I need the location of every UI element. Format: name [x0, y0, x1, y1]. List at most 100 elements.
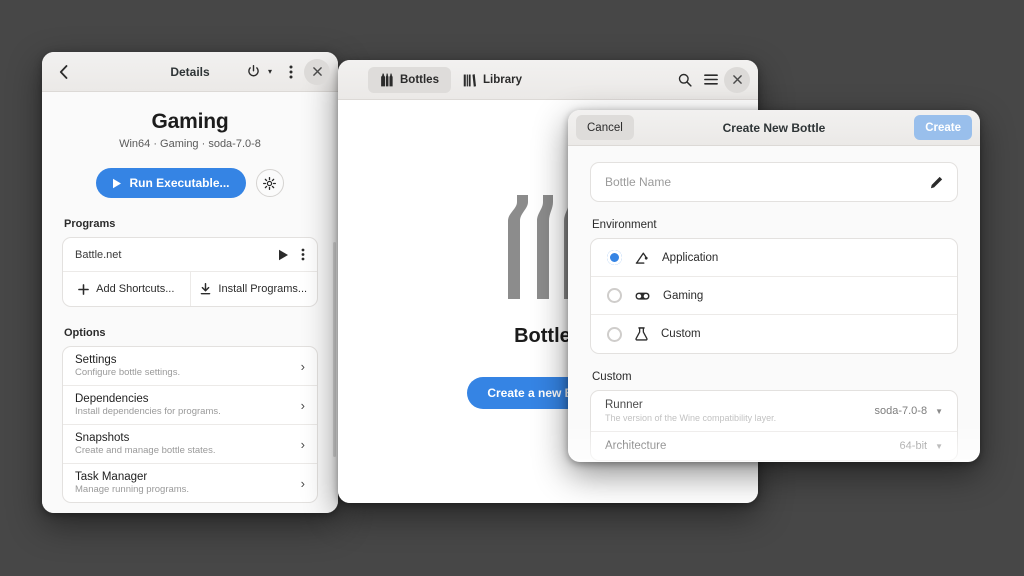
play-icon: [278, 249, 289, 261]
chevron-right-icon: ›: [301, 476, 305, 491]
download-icon: [200, 283, 211, 295]
architecture-value: 64-bit: [900, 440, 928, 452]
chevron-right-icon: ›: [301, 398, 305, 413]
chevron-right-icon: ›: [301, 437, 305, 452]
runner-desc: The version of the Wine compatibility la…: [605, 413, 864, 423]
runner-row[interactable]: Runner The version of the Wine compatibi…: [591, 391, 957, 432]
run-executable-label: Run Executable...: [129, 176, 229, 190]
runner-dropdown[interactable]: soda-7.0-8 ▼: [874, 405, 943, 417]
environment-section-title: Environment: [592, 219, 958, 231]
environment-option-custom[interactable]: Custom: [591, 315, 957, 353]
environment-option-application[interactable]: Application: [591, 239, 957, 277]
environment-label: Custom: [661, 328, 701, 340]
create-new-bottle-dialog: Cancel Create New Bottle Create Bottle N…: [568, 110, 980, 462]
environment-label: Application: [662, 252, 718, 264]
details-headerbar: Details ▾: [42, 52, 338, 92]
close-icon: [313, 67, 322, 76]
custom-section-title: Custom: [592, 371, 958, 383]
pencil-icon: [930, 176, 943, 189]
architecture-dropdown[interactable]: 64-bit ▼: [900, 440, 943, 452]
environment-label: Gaming: [663, 290, 703, 302]
details-scrollbar[interactable]: [333, 242, 336, 457]
architecture-row[interactable]: Architecture 64-bit ▼: [591, 432, 957, 460]
option-title: Task Manager: [75, 471, 293, 483]
bottles-icon: [380, 73, 393, 87]
kebab-menu-icon: [289, 65, 293, 79]
environment-option-gaming[interactable]: Gaming: [591, 277, 957, 315]
chevron-down-icon: ▼: [935, 442, 943, 451]
bottle-settings-button[interactable]: [256, 169, 284, 197]
power-icon: [247, 65, 260, 78]
programs-card: Battle.net: [62, 237, 318, 307]
program-run-button[interactable]: [278, 249, 289, 261]
bottle-name-edit-button[interactable]: [930, 176, 943, 189]
environment-card: Application Gaming: [590, 238, 958, 354]
details-content: Gaming Win64 · Gaming · soda-7.0-8 Run E…: [42, 92, 338, 513]
option-row-dependencies[interactable]: Dependencies Install dependencies for pr…: [63, 386, 317, 425]
kebab-menu-icon: [301, 248, 305, 261]
programs-section-title: Programs: [64, 218, 318, 230]
run-actions: Run Executable...: [62, 168, 318, 198]
dialog-headerbar: Cancel Create New Bottle Create: [568, 110, 980, 146]
bottle-subtitle: Win64 · Gaming · soda-7.0-8: [62, 138, 318, 150]
close-icon: [733, 75, 742, 84]
program-list-item[interactable]: Battle.net: [63, 238, 317, 272]
option-desc: Manage running programs.: [75, 484, 293, 495]
radio-custom[interactable]: [607, 327, 622, 342]
add-shortcuts-label: Add Shortcuts...: [96, 283, 174, 295]
main-close-button[interactable]: [724, 67, 750, 93]
play-icon: [112, 178, 122, 189]
main-headerbar: Bottles Library: [338, 60, 758, 100]
back-button[interactable]: [50, 59, 76, 85]
program-name: Battle.net: [75, 249, 270, 261]
chevron-down-icon: ▼: [935, 407, 943, 416]
create-button[interactable]: Create: [914, 115, 972, 140]
power-dropdown-caret[interactable]: ▾: [262, 59, 278, 85]
option-desc: Install dependencies for programs.: [75, 406, 293, 417]
option-row-settings[interactable]: Settings Configure bottle settings. ›: [63, 347, 317, 386]
option-desc: Configure bottle settings.: [75, 367, 293, 378]
install-programs-button[interactable]: Install Programs...: [190, 272, 318, 306]
option-title: Settings: [75, 354, 293, 366]
install-programs-label: Install Programs...: [218, 283, 307, 295]
power-button[interactable]: [244, 59, 262, 85]
plus-icon: [78, 284, 89, 295]
bottle-name-field[interactable]: Bottle Name: [590, 162, 958, 202]
desktop-background: Details ▾ Gaming Win64 ·: [0, 0, 1024, 576]
program-menu-button[interactable]: [301, 248, 305, 261]
bottle-name-placeholder: Bottle Name: [605, 175, 922, 189]
add-shortcuts-button[interactable]: Add Shortcuts...: [63, 272, 190, 306]
radio-gaming[interactable]: [607, 288, 622, 303]
search-button[interactable]: [672, 67, 698, 93]
details-menu-button[interactable]: [278, 59, 304, 85]
bottle-details-window: Details ▾ Gaming Win64 ·: [42, 52, 338, 513]
programs-actions-row: Add Shortcuts... Install Programs...: [63, 272, 317, 306]
architecture-title: Architecture: [605, 440, 890, 452]
dialog-content: Bottle Name Environment Application: [568, 146, 980, 462]
gamepad-icon: [635, 290, 650, 302]
chevron-right-icon: ›: [301, 359, 305, 374]
search-icon: [678, 73, 692, 87]
application-icon: [635, 251, 649, 265]
radio-application[interactable]: [607, 250, 622, 265]
cancel-button[interactable]: Cancel: [576, 115, 634, 140]
option-row-task-manager[interactable]: Task Manager Manage running programs. ›: [63, 464, 317, 502]
tab-bottles-label: Bottles: [400, 74, 439, 86]
tab-library[interactable]: Library: [451, 67, 534, 93]
details-close-button[interactable]: [304, 59, 330, 85]
chevron-left-icon: [59, 65, 68, 79]
bottle-name: Gaming: [62, 110, 318, 134]
custom-card: Runner The version of the Wine compatibi…: [590, 390, 958, 461]
option-row-snapshots[interactable]: Snapshots Create and manage bottle state…: [63, 425, 317, 464]
main-menu-button[interactable]: [698, 67, 724, 93]
flask-icon: [635, 327, 648, 341]
gear-icon: [263, 177, 276, 190]
library-icon: [463, 73, 476, 87]
runner-title: Runner: [605, 399, 864, 411]
run-executable-button[interactable]: Run Executable...: [96, 168, 245, 198]
options-section-title: Options: [64, 327, 318, 339]
hamburger-menu-icon: [704, 74, 718, 85]
tab-bottles[interactable]: Bottles: [368, 67, 451, 93]
option-title: Snapshots: [75, 432, 293, 444]
tab-library-label: Library: [483, 74, 522, 86]
